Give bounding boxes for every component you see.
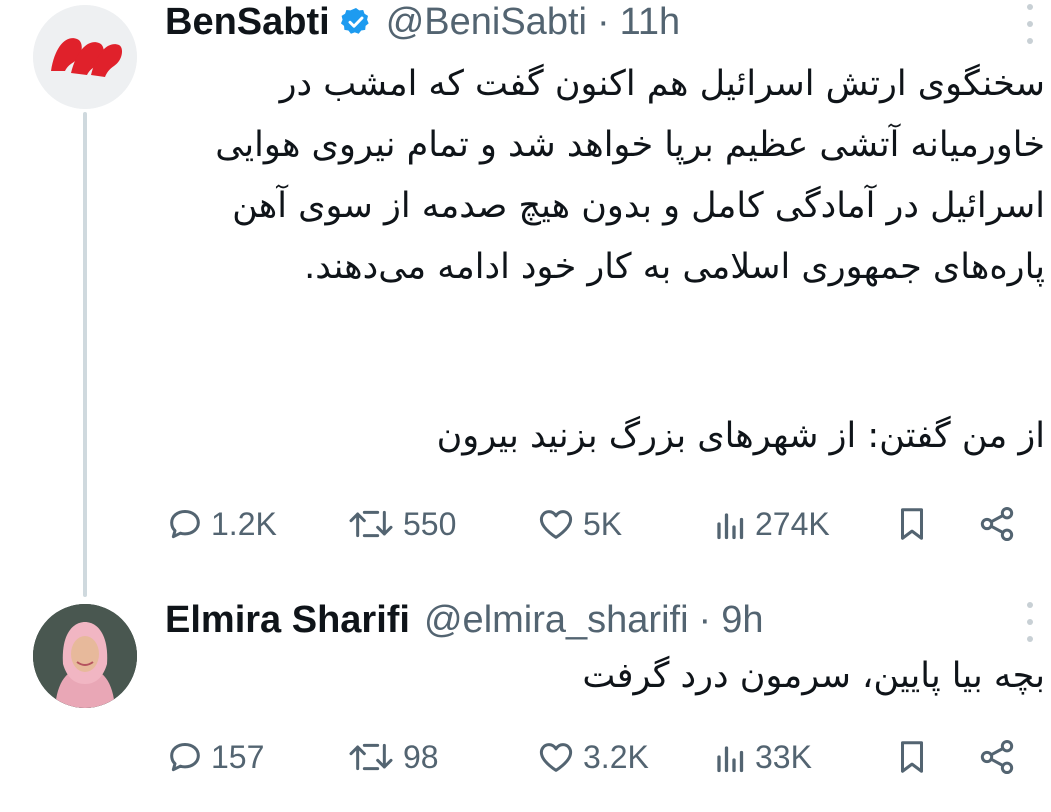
tweet-actions: 157 98 3.2K 33K [165, 729, 1035, 785]
views-count: 274K [755, 505, 830, 542]
retweet-icon [349, 510, 393, 538]
author-name[interactable]: Elmira Sharifi [165, 598, 410, 642]
separator-dot: · [596, 1, 610, 43]
share-button[interactable] [977, 496, 1017, 552]
views-button[interactable]: 33K [713, 729, 812, 785]
share-icon [980, 507, 1014, 541]
verified-badge-icon [340, 8, 369, 34]
views-icon [717, 746, 744, 773]
reply-button[interactable]: 1.2K [165, 496, 277, 552]
tweet-header: BenSabti @BeniSabti · 11h [165, 0, 680, 44]
more-icon[interactable] [1023, 602, 1037, 642]
like-count: 5K [583, 505, 623, 542]
reply-button[interactable]: 157 [165, 729, 264, 785]
separator-dot: · [698, 599, 712, 641]
retweet-count: 98 [403, 738, 439, 775]
retweet-icon [349, 743, 393, 771]
bookmark-icon [900, 741, 924, 773]
tweet-text: بچه بیا پایین، سرمون درد گرفت [582, 656, 1045, 696]
like-count: 3.2K [583, 738, 649, 775]
tweet-text-paragraph-2: از من گفتن: از شهرهای بزرگ بزنید بیرون [436, 416, 1045, 456]
author-handle[interactable]: @BeniSabti [386, 0, 587, 44]
author-handle[interactable]: @elmira_sharifi [424, 598, 689, 642]
like-icon [539, 510, 573, 539]
user-photo-avatar-image [33, 604, 137, 708]
tweet-text: سخنگوی ارتش اسرائیل هم اکنون گفت که امشب… [215, 64, 1045, 287]
tweet-header: Elmira Sharifi @elmira_sharifi · 9h [165, 598, 763, 642]
views-icon [717, 513, 744, 540]
bookmark-button[interactable] [893, 496, 931, 552]
retweet-button[interactable]: 550 [345, 496, 456, 552]
views-count: 33K [755, 738, 812, 775]
avatar[interactable] [33, 5, 137, 109]
bookmark-icon [900, 508, 924, 540]
views-button[interactable]: 274K [713, 496, 830, 552]
timestamp[interactable]: 9h [721, 598, 763, 642]
bookmark-button[interactable] [893, 729, 931, 785]
thread-connector-line [83, 112, 87, 597]
news-logo-avatar-image [33, 5, 137, 109]
author-name[interactable]: BenSabti [165, 0, 330, 44]
share-icon [980, 740, 1014, 774]
avatar[interactable] [33, 604, 137, 708]
reply-icon [170, 743, 200, 772]
tweet-actions: 1.2K 550 5K 274K [165, 496, 1035, 552]
timestamp[interactable]: 11h [620, 0, 681, 44]
like-button[interactable]: 5K [535, 496, 622, 552]
retweet-button[interactable]: 98 [345, 729, 439, 785]
like-button[interactable]: 3.2K [535, 729, 649, 785]
like-icon [539, 743, 573, 772]
reply-icon [170, 510, 200, 539]
more-icon[interactable] [1023, 4, 1037, 44]
retweet-count: 550 [403, 505, 457, 542]
reply-count: 157 [211, 738, 265, 775]
reply-count: 1.2K [211, 505, 277, 542]
share-button[interactable] [977, 729, 1017, 785]
